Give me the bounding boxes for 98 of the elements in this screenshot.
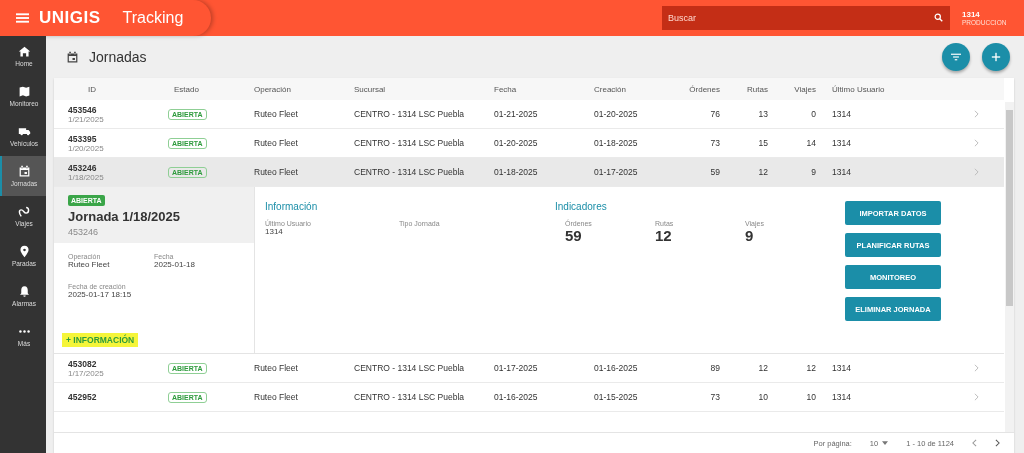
row-id: 453395	[68, 133, 98, 144]
user-name: 1314	[962, 10, 981, 19]
column-header: Rutas	[746, 84, 769, 94]
row-date: 1/17/2025	[68, 368, 105, 378]
table-cell-text: 1314	[831, 363, 852, 373]
filter-icon	[951, 52, 961, 62]
row-id: 453546	[68, 104, 98, 115]
row-date: 1/21/2025	[68, 114, 105, 124]
column-header: Viajes	[793, 84, 817, 94]
app-title: Tracking	[122, 9, 184, 27]
brand-logo: UNIGIS	[39, 8, 101, 28]
table-cell-text: 12	[805, 363, 817, 373]
search-icon[interactable]	[934, 13, 943, 22]
row-id: 453082	[68, 358, 98, 369]
calendar-icon	[66, 50, 79, 64]
section-title: Indicadores	[555, 201, 608, 212]
bell-icon	[17, 285, 31, 298]
table-cell-text: Ruteo Fleet	[253, 363, 299, 373]
calendar-icon	[17, 165, 31, 178]
table-cell-text: 01-17-2025	[593, 167, 639, 177]
column-header: Fecha	[493, 84, 518, 94]
table-cell-text: 01-17-2025	[493, 363, 539, 373]
table-cell-text: Ruteo Fleet	[253, 392, 299, 402]
detail-id: 453246	[68, 227, 99, 237]
row-date: 1/20/2025	[68, 143, 105, 153]
table-cell-text: 01-21-2025	[493, 109, 539, 119]
table-cell-text: 12	[757, 363, 769, 373]
pin-icon	[17, 245, 31, 258]
table-cell-text: Ruteo Fleet	[253, 109, 299, 119]
section-title: Información	[265, 201, 319, 212]
truck-icon	[17, 125, 31, 138]
search-field[interactable]: Buscar	[662, 6, 950, 30]
home-icon	[17, 45, 31, 58]
chevron-right-icon[interactable]	[974, 393, 979, 401]
add-button[interactable]	[982, 43, 1010, 71]
column-header: ID	[87, 84, 97, 94]
table-cell-text: 0	[810, 109, 817, 119]
table-cell-text: 1314	[831, 167, 852, 177]
row-date: 1/18/2025	[68, 172, 105, 182]
table-cell-text: 10	[757, 392, 769, 402]
table-cell-text: 73	[709, 138, 721, 148]
table-cell-text: CENTRO - 1314 LSC Puebla	[353, 392, 466, 402]
detail-title: Jornada 1/18/2025	[68, 209, 181, 224]
indicator-value: 59	[565, 227, 583, 244]
column-header: Sucursal	[353, 84, 387, 94]
chevron-right-icon[interactable]	[974, 168, 979, 176]
chevron-right-icon[interactable]	[974, 139, 979, 147]
table-cell-text: 9	[810, 167, 817, 177]
field-value: 1314	[265, 227, 284, 236]
column-header: Último Usuario	[831, 84, 886, 94]
table-cell-text: 01-20-2025	[593, 109, 639, 119]
column-header: Órdenes	[688, 84, 721, 94]
row-id: 453246	[68, 162, 98, 173]
table-cell-text: 59	[709, 167, 721, 177]
table-cell-text: 14	[805, 138, 817, 148]
previous-page-icon[interactable]	[972, 439, 977, 447]
table-cell-text: 01-18-2025	[493, 167, 539, 177]
table-cell-text: 01-18-2025	[593, 138, 639, 148]
indicator-value: 9	[745, 227, 754, 244]
row-id: 452952	[68, 392, 98, 402]
menu-icon[interactable]	[16, 13, 29, 23]
table-cell-text: 01-20-2025	[493, 138, 539, 148]
field-value: 2025-01-17 18:15	[68, 290, 133, 299]
column-header: Creación	[593, 84, 627, 94]
table-cell-text: 1314	[831, 138, 852, 148]
table-cell-text: 89	[709, 363, 721, 373]
chevron-right-icon[interactable]	[974, 364, 979, 372]
scrollbar[interactable]	[1005, 102, 1014, 432]
table-cell-text: 1314	[831, 392, 852, 402]
table-cell-text: 76	[709, 109, 721, 119]
table-cell-text: CENTRO - 1314 LSC Puebla	[353, 363, 466, 373]
table-cell-text: CENTRO - 1314 LSC Puebla	[353, 109, 466, 119]
table-cell-text: CENTRO - 1314 LSC Puebla	[353, 167, 466, 177]
indicator-value: 12	[655, 227, 673, 244]
map-icon	[17, 85, 31, 98]
field-value: Ruteo Fleet	[68, 260, 111, 269]
field-value: 2025-01-18	[154, 260, 196, 269]
chevron-right-icon[interactable]	[974, 110, 979, 118]
next-page-icon[interactable]	[995, 439, 1000, 447]
table-cell-text: 73	[709, 392, 721, 402]
table-cell-text: Ruteo Fleet	[253, 138, 299, 148]
plus-icon	[991, 52, 1001, 62]
table-cell-text: 01-15-2025	[593, 392, 639, 402]
page-title: Jornadas	[89, 49, 147, 65]
table-cell-text: 1314	[831, 109, 852, 119]
caret-icon	[882, 441, 889, 445]
route-icon	[17, 205, 31, 218]
table-cell-text: 10	[805, 392, 817, 402]
table-cell-text: 15	[757, 138, 769, 148]
filter-button[interactable]	[942, 43, 970, 71]
table-cell-text: Ruteo Fleet	[253, 167, 299, 177]
table-cell-text: CENTRO - 1314 LSC Puebla	[353, 138, 466, 148]
column-header: Operación	[253, 84, 292, 94]
table-cell-text: 01-16-2025	[493, 392, 539, 402]
column-header: Estado	[173, 84, 200, 94]
table-cell-text: 12	[757, 167, 769, 177]
table-cell-text: 13	[757, 109, 769, 119]
table-cell-text: 01-16-2025	[593, 363, 639, 373]
